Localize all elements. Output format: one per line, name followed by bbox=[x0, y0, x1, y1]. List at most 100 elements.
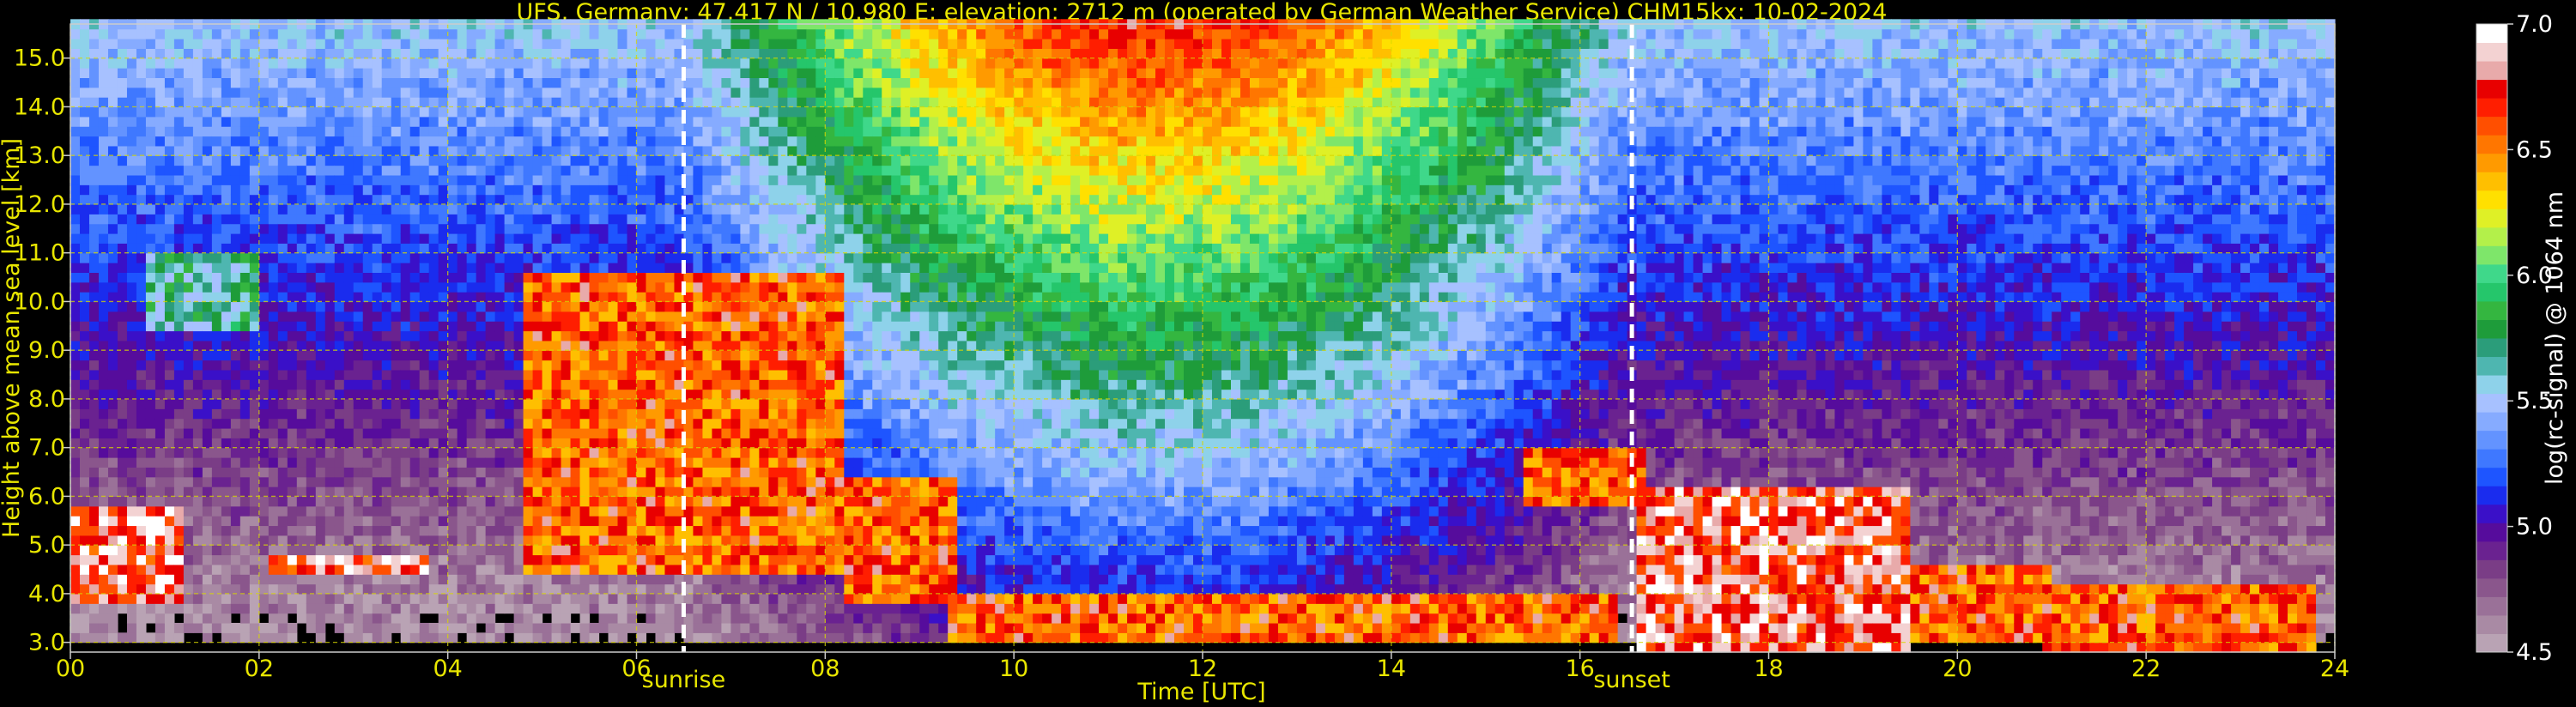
signal-cell bbox=[88, 263, 100, 273]
signal-cell bbox=[381, 301, 392, 312]
signal-cell bbox=[202, 116, 213, 127]
signal-cell bbox=[693, 350, 704, 361]
signal-cell bbox=[296, 233, 307, 244]
signal-cell bbox=[315, 457, 326, 468]
signal-cell bbox=[343, 583, 355, 595]
signal-cell bbox=[428, 145, 439, 156]
signal-cell bbox=[183, 554, 194, 565]
signal-cell bbox=[362, 554, 373, 565]
signal-cell bbox=[211, 106, 222, 118]
signal-cell bbox=[136, 243, 147, 254]
signal-cell bbox=[391, 214, 402, 225]
signal-cell bbox=[173, 554, 185, 565]
signal-cell bbox=[712, 57, 723, 69]
signal-cell bbox=[79, 155, 90, 166]
signal-cell bbox=[542, 369, 553, 380]
signal-cell bbox=[579, 174, 591, 185]
signal-cell bbox=[249, 243, 260, 254]
signal-cell bbox=[749, 301, 760, 312]
signal-cell bbox=[476, 116, 487, 127]
signal-cell bbox=[646, 174, 657, 185]
signal-cell bbox=[287, 398, 298, 409]
signal-cell bbox=[268, 106, 279, 118]
signal-cell bbox=[561, 476, 572, 487]
signal-cell bbox=[324, 593, 336, 604]
signal-cell bbox=[381, 525, 392, 536]
signal-cell bbox=[617, 97, 628, 108]
signal-cell bbox=[343, 223, 355, 234]
signal-cell bbox=[778, 389, 788, 400]
signal-cell bbox=[249, 126, 260, 137]
signal-cell bbox=[428, 554, 439, 565]
signal-cell bbox=[400, 214, 411, 225]
signal-cell bbox=[759, 457, 769, 468]
signal-cell bbox=[476, 272, 487, 283]
signal-cell bbox=[598, 116, 609, 127]
signal-cell bbox=[759, 194, 769, 205]
signal-cell bbox=[476, 263, 487, 273]
signal-cell bbox=[466, 613, 477, 624]
signal-cell bbox=[551, 427, 562, 438]
signal-cell bbox=[617, 457, 628, 468]
signal-cell bbox=[428, 545, 439, 556]
signal-cell bbox=[570, 87, 581, 98]
signal-cell bbox=[88, 496, 100, 507]
signal-cell bbox=[532, 97, 543, 108]
signal-cell bbox=[542, 340, 553, 351]
signal-cell bbox=[98, 126, 109, 137]
signal-cell bbox=[419, 447, 430, 458]
signal-cell bbox=[126, 223, 137, 234]
signal-cell bbox=[740, 145, 750, 156]
signal-cell bbox=[712, 418, 723, 429]
signal-cell bbox=[70, 603, 81, 614]
signal-cell bbox=[485, 77, 496, 88]
signal-cell bbox=[646, 486, 657, 498]
signal-cell bbox=[476, 203, 487, 215]
signal-cell bbox=[768, 263, 779, 273]
signal-cell bbox=[749, 57, 760, 69]
signal-cell bbox=[627, 87, 638, 98]
signal-cell bbox=[70, 476, 81, 487]
signal-cell bbox=[155, 583, 166, 595]
signal-cell bbox=[551, 233, 562, 244]
signal-cell bbox=[759, 136, 769, 147]
signal-cell bbox=[192, 545, 203, 556]
signal-cell bbox=[797, 457, 807, 468]
signal-cell bbox=[79, 398, 90, 409]
signal-cell bbox=[419, 48, 430, 59]
signal-cell bbox=[221, 408, 232, 420]
signal-cell bbox=[721, 535, 732, 546]
signal-cell bbox=[287, 408, 298, 420]
signal-cell bbox=[400, 116, 411, 127]
signal-cell bbox=[173, 505, 185, 517]
signal-cell bbox=[636, 632, 647, 644]
signal-cell bbox=[268, 447, 279, 458]
signal-cell bbox=[107, 321, 118, 332]
signal-cell bbox=[126, 203, 137, 215]
signal-cell bbox=[579, 301, 591, 312]
signal-cell bbox=[221, 233, 232, 244]
signal-cell bbox=[296, 155, 307, 166]
signal-cell bbox=[306, 330, 317, 341]
signal-cell bbox=[428, 535, 439, 546]
signal-cell bbox=[428, 457, 439, 468]
signal-cell bbox=[145, 408, 156, 420]
signal-cell bbox=[372, 340, 383, 351]
signal-cell bbox=[730, 136, 742, 147]
signal-cell bbox=[409, 68, 421, 79]
signal-cell bbox=[136, 564, 147, 575]
signal-cell bbox=[749, 281, 760, 293]
signal-cell bbox=[608, 340, 619, 351]
signal-cell bbox=[759, 389, 769, 400]
signal-cell bbox=[655, 447, 666, 458]
signal-cell bbox=[88, 574, 100, 585]
signal-cell bbox=[79, 427, 90, 438]
signal-cell bbox=[532, 311, 543, 322]
signal-cell bbox=[589, 68, 600, 79]
signal-cell bbox=[221, 603, 232, 614]
signal-cell bbox=[268, 408, 279, 420]
signal-cell bbox=[768, 252, 779, 263]
signal-cell bbox=[277, 369, 288, 380]
signal-cell bbox=[306, 203, 317, 215]
signal-cell bbox=[806, 603, 816, 614]
